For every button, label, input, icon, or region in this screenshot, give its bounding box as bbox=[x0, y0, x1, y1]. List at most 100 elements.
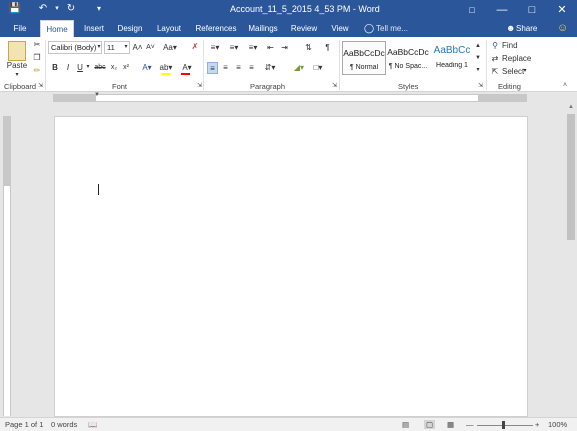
font-group-label: Font bbox=[112, 82, 128, 91]
style-normal[interactable]: AaBbCcDc ¶ Normal bbox=[342, 41, 386, 75]
ribbon-tabs: File Home Insert Design Layout Reference… bbox=[0, 20, 577, 37]
change-case-icon[interactable]: Aa▾ bbox=[163, 42, 177, 54]
tab-view[interactable]: View bbox=[327, 20, 353, 37]
close-icon[interactable]: ✕ bbox=[547, 0, 577, 20]
read-mode-icon[interactable]: ▤ bbox=[402, 420, 409, 429]
font-name-box[interactable]: Calibri (Body) bbox=[48, 41, 102, 54]
ribbon-display-icon[interactable]: □ bbox=[457, 0, 487, 20]
underline-icon[interactable]: U bbox=[75, 62, 85, 74]
share-button[interactable]: Share bbox=[516, 24, 537, 33]
styles-scroll-up-icon[interactable]: ▲ bbox=[474, 41, 482, 53]
restore-icon[interactable]: □ bbox=[517, 0, 547, 20]
styles-scroll-down-icon[interactable]: ▼ bbox=[474, 53, 482, 65]
text-cursor bbox=[98, 184, 99, 195]
zoom-in-icon[interactable]: + bbox=[535, 420, 539, 429]
ruler-right-margin bbox=[478, 95, 527, 101]
select-icon[interactable]: ⇱ bbox=[490, 66, 500, 78]
tab-design[interactable]: Design bbox=[114, 20, 146, 37]
smiley-icon[interactable]: ☺ bbox=[557, 22, 568, 34]
style-no-spacing[interactable]: AaBbCcDc ¶ No Spac... bbox=[386, 41, 430, 75]
scroll-up-icon[interactable]: ▲ bbox=[568, 104, 574, 110]
scrollbar-thumb[interactable] bbox=[567, 114, 575, 240]
zoom-out-icon[interactable]: — bbox=[466, 420, 474, 429]
replace-button[interactable]: Replace bbox=[502, 53, 531, 65]
indent-marker-icon[interactable]: ▼ bbox=[94, 92, 100, 98]
sort-icon[interactable]: ⇅ bbox=[303, 42, 314, 54]
font-size-dropdown-icon[interactable]: ▾ bbox=[122, 42, 130, 54]
bullets-icon[interactable]: ≡▾ bbox=[208, 42, 222, 54]
justify-icon[interactable]: ≡ bbox=[246, 62, 257, 74]
tab-file[interactable]: File bbox=[6, 20, 34, 37]
vertical-scrollbar[interactable]: ▲ bbox=[565, 104, 577, 417]
select-dropdown-icon[interactable]: ▾ bbox=[521, 66, 529, 78]
font-launcher-icon[interactable]: ⇲ bbox=[197, 82, 202, 89]
minimize-icon[interactable]: — bbox=[487, 0, 517, 20]
cut-icon[interactable]: ✂ bbox=[31, 39, 43, 51]
style-name: ¶ Normal bbox=[349, 64, 379, 71]
grow-font-icon[interactable]: A˄ bbox=[132, 42, 143, 54]
shading-icon[interactable]: ◢▾ bbox=[291, 62, 307, 74]
customize-qat-icon[interactable]: ▾ bbox=[92, 2, 106, 16]
web-layout-icon[interactable]: ▦ bbox=[447, 420, 454, 429]
numbering-icon[interactable]: ≡▾ bbox=[227, 42, 241, 54]
find-button[interactable]: Find bbox=[502, 40, 518, 52]
underline-dropdown-icon[interactable]: ▾ bbox=[85, 62, 91, 74]
style-name: Heading 1 bbox=[436, 62, 468, 69]
style-heading-1[interactable]: AaBbCc Heading 1 bbox=[430, 41, 474, 75]
bold-icon[interactable]: B bbox=[50, 62, 60, 74]
redo-icon[interactable]: ↻ bbox=[64, 2, 78, 16]
styles-more-icon[interactable]: ▾ bbox=[474, 65, 482, 77]
subscript-icon[interactable]: x₂ bbox=[109, 62, 119, 74]
word-count[interactable]: 0 words bbox=[51, 420, 77, 429]
italic-icon[interactable]: I bbox=[63, 62, 73, 74]
multilevel-list-icon[interactable]: ≡▾ bbox=[246, 42, 260, 54]
zoom-level[interactable]: 100% bbox=[548, 420, 567, 429]
proofing-icon[interactable]: 📖 bbox=[88, 420, 97, 429]
zoom-slider-thumb[interactable] bbox=[502, 421, 505, 429]
shrink-font-icon[interactable]: A˅ bbox=[145, 42, 156, 54]
decrease-indent-icon[interactable]: ⇤ bbox=[265, 42, 276, 54]
paragraph-launcher-icon[interactable]: ⇲ bbox=[332, 82, 337, 89]
align-left-icon[interactable]: ≡ bbox=[207, 62, 218, 74]
clear-formatting-icon[interactable]: ✗ bbox=[189, 41, 201, 53]
align-right-icon[interactable]: ≡ bbox=[233, 62, 244, 74]
ruler-band bbox=[53, 94, 527, 102]
style-name: ¶ No Spac... bbox=[388, 63, 428, 70]
text-effects-icon[interactable]: A▾ bbox=[140, 62, 154, 74]
font-name-dropdown-icon[interactable]: ▾ bbox=[95, 42, 103, 54]
tab-mailings[interactable]: Mailings bbox=[245, 20, 281, 37]
superscript-icon[interactable]: x² bbox=[121, 62, 131, 74]
window-title: Account_11_5_2015 4_53 PM - Word bbox=[230, 4, 380, 14]
print-layout-icon[interactable]: ▢ bbox=[424, 420, 436, 429]
styles-launcher-icon[interactable]: ⇲ bbox=[478, 82, 483, 89]
replace-icon[interactable]: ⇄ bbox=[490, 53, 500, 65]
show-marks-icon[interactable]: ¶ bbox=[322, 42, 333, 54]
find-icon[interactable]: ⚲ bbox=[490, 40, 500, 52]
horizontal-ruler[interactable]: ▼ bbox=[0, 92, 577, 104]
tab-insert[interactable]: Insert bbox=[78, 20, 110, 37]
vertical-ruler[interactable] bbox=[3, 116, 11, 416]
zoom-slider[interactable] bbox=[477, 425, 533, 426]
collapse-ribbon-icon[interactable]: ˄ bbox=[563, 82, 567, 89]
page-count[interactable]: Page 1 of 1 bbox=[5, 420, 43, 429]
save-icon[interactable]: 💾 bbox=[8, 2, 22, 16]
paste-dropdown-icon[interactable]: ▾ bbox=[12, 70, 22, 82]
strikethrough-icon[interactable]: abc bbox=[93, 62, 107, 74]
undo-icon[interactable]: ↶ bbox=[36, 2, 50, 16]
borders-icon[interactable]: □▾ bbox=[310, 62, 326, 74]
line-spacing-icon[interactable]: ⇵▾ bbox=[262, 62, 278, 74]
tell-me-box[interactable]: Tell me... bbox=[376, 24, 408, 33]
copy-icon[interactable]: ❐ bbox=[31, 52, 43, 64]
tab-references[interactable]: References bbox=[191, 20, 241, 37]
increase-indent-icon[interactable]: ⇥ bbox=[279, 42, 290, 54]
clipboard-launcher-icon[interactable]: ⇲ bbox=[38, 82, 43, 89]
tab-review[interactable]: Review bbox=[288, 20, 320, 37]
tab-home[interactable]: Home bbox=[40, 20, 74, 37]
undo-dropdown-icon[interactable]: ▾ bbox=[50, 2, 64, 16]
format-painter-icon[interactable]: ✏ bbox=[31, 65, 43, 77]
document-page[interactable] bbox=[54, 116, 528, 417]
align-center-icon[interactable]: ≡ bbox=[220, 62, 231, 74]
separator bbox=[203, 40, 204, 90]
paste-icon[interactable] bbox=[8, 41, 26, 61]
tab-layout[interactable]: Layout bbox=[152, 20, 186, 37]
